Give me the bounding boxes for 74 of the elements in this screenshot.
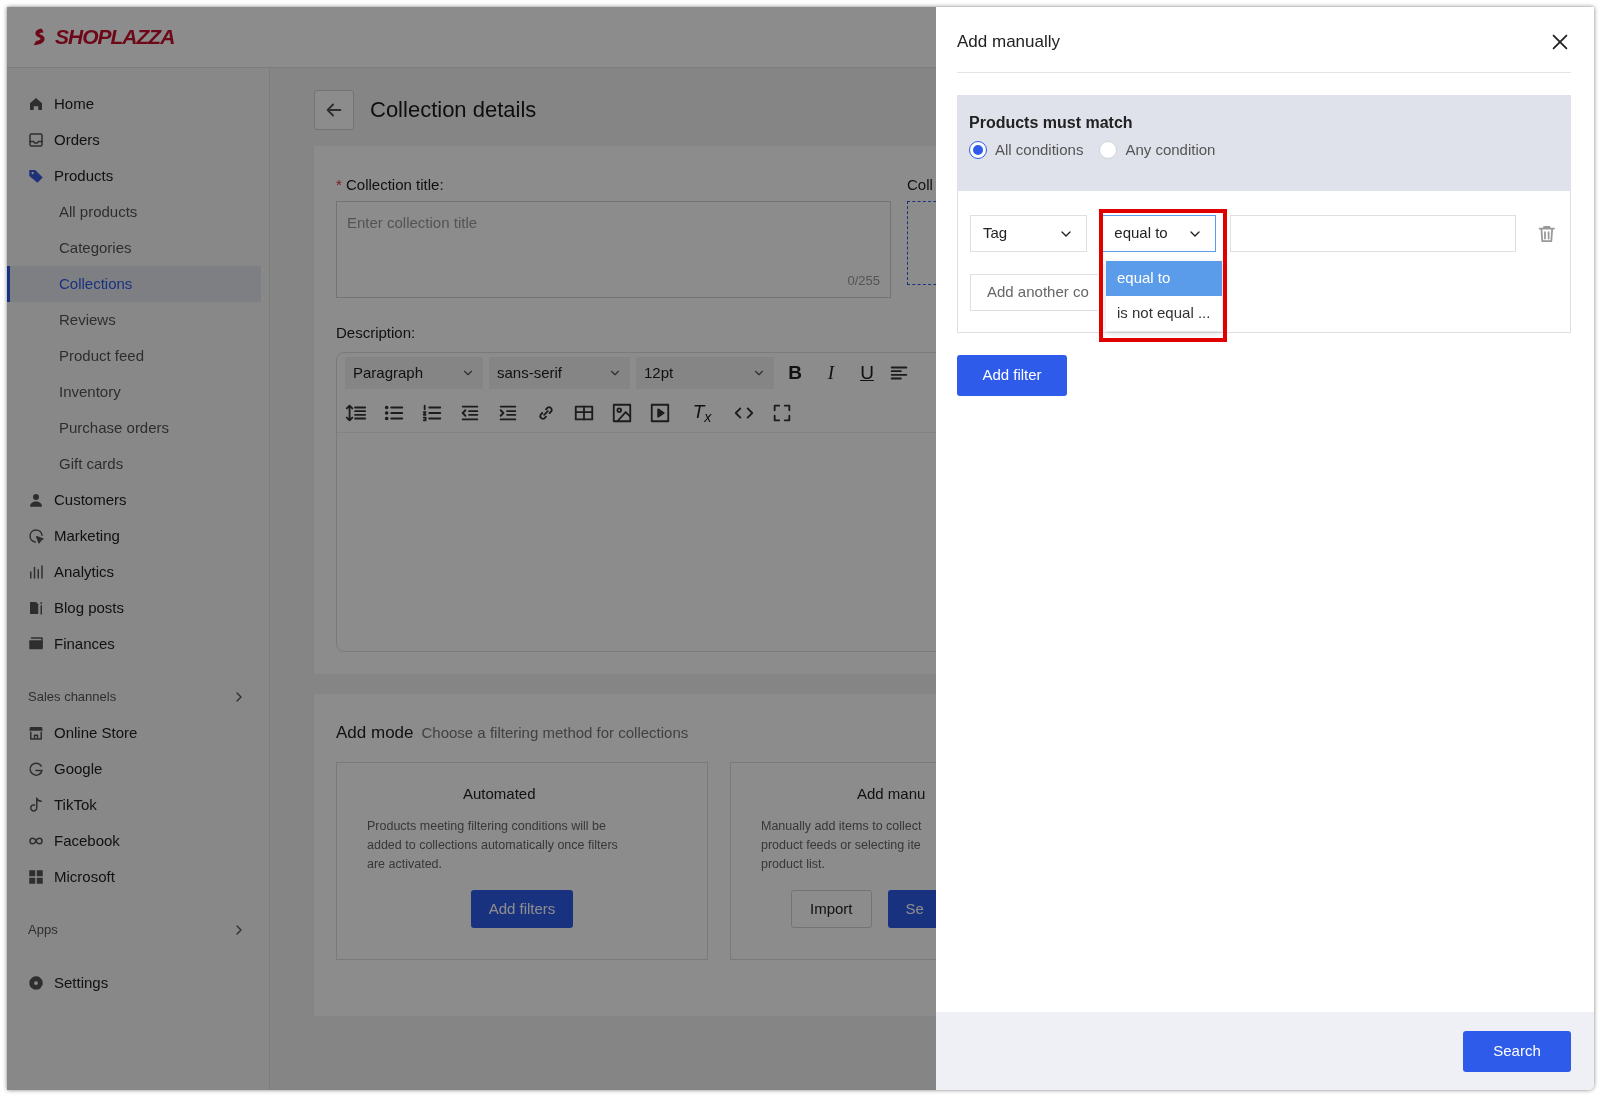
radio-button[interactable] <box>969 141 987 160</box>
sidebar-subitem[interactable]: Reviews <box>7 302 261 338</box>
sidebar-item[interactable]: Finances <box>7 626 261 662</box>
sidebar-item[interactable]: Marketing <box>7 518 261 554</box>
sidebar-subitem[interactable]: All products <box>7 194 261 230</box>
character-count: 0/255 <box>847 272 880 290</box>
image-icon <box>611 401 633 424</box>
sidebar-item[interactable]: Products <box>7 158 261 194</box>
sidebar-item[interactable]: Analytics <box>7 554 261 590</box>
placeholder-text: Enter collection title <box>347 213 478 231</box>
dropdown-option[interactable]: is not equal ... <box>1106 296 1222 331</box>
radio-option[interactable]: Any condition <box>1099 139 1216 162</box>
bar-chart-icon <box>27 563 45 581</box>
sidebar-item[interactable]: Google <box>7 751 261 787</box>
window-grid-icon <box>27 868 45 886</box>
drawer-title: Add manually <box>957 30 1060 53</box>
sidebar-item[interactable]: TikTok <box>7 787 261 823</box>
primary-button[interactable]: Se <box>887 890 936 928</box>
sidebar-subitem[interactable]: Categories <box>7 230 261 266</box>
sidebar-item[interactable]: Online Store <box>7 715 261 751</box>
home-icon <box>27 95 45 113</box>
option-description: Products meeting filtering conditions will be added to collections automatically once filters are activated. <box>367 818 619 873</box>
section-toggle[interactable]: Sales channels <box>7 679 269 715</box>
search-button[interactable]: Search <box>1463 1030 1571 1072</box>
sidebar-item[interactable]: Microsoft <box>7 859 261 895</box>
field-label: Description: <box>336 322 417 343</box>
editor-select[interactable]: sans-serif <box>489 357 630 389</box>
option-title: Add manu <box>856 783 927 804</box>
field-label: * Collection title: <box>336 175 445 195</box>
dropdown-option[interactable]: equal to <box>1106 261 1222 296</box>
section-toggle[interactable]: Apps <box>7 912 269 948</box>
sidebar-subitem[interactable]: Inventory <box>7 374 261 410</box>
person-icon <box>27 491 45 509</box>
sidebar-subitem[interactable]: Collections <box>7 266 261 302</box>
operator-select[interactable]: equal to <box>1101 215 1216 252</box>
sidebar-item[interactable]: Settings <box>7 965 261 1001</box>
inbox-icon <box>27 131 45 149</box>
storefront-icon <box>27 724 45 742</box>
tag-icon <box>27 167 45 185</box>
editor-select[interactable]: Paragraph <box>345 357 483 389</box>
secondary-button[interactable]: Import <box>791 890 872 928</box>
sidebar-item[interactable]: Customers <box>7 482 261 518</box>
document-icon <box>27 599 45 617</box>
sidebar-subitem[interactable]: Purchase orders <box>7 410 261 446</box>
format-button[interactable]: U <box>852 358 882 388</box>
sidebar-item[interactable]: Facebook <box>7 823 261 859</box>
editor-select[interactable]: 12pt <box>636 357 774 389</box>
page-title: Collection details <box>370 96 537 124</box>
g-letter-icon <box>27 760 45 778</box>
sidebar-subitem[interactable]: Product feed <box>7 338 261 374</box>
value-input[interactable] <box>1229 215 1517 252</box>
logo-text: SHOPLAZZA <box>55 24 175 51</box>
panel-title: Products must match <box>969 113 1134 133</box>
sidebar-item[interactable]: Blog posts <box>7 590 261 626</box>
play-icon <box>649 401 671 424</box>
sidebar-item[interactable]: Home <box>7 86 261 122</box>
music-note-icon <box>27 796 45 814</box>
option-description: Manually add items to collect product feeds or selecting ite product list. <box>761 818 923 873</box>
primary-button[interactable]: Add filters <box>470 890 574 928</box>
format-button[interactable]: I <box>816 358 846 388</box>
field-select[interactable]: Tag <box>970 215 1088 252</box>
sidebar-subitem[interactable]: Gift cards <box>7 446 261 482</box>
cursor-target-icon <box>27 527 45 545</box>
clear-format-button[interactable]: T$_{x}$ <box>687 398 717 427</box>
add-filter-button[interactable]: Add filter <box>957 355 1067 396</box>
radio-option[interactable]: All conditions <box>969 139 1084 162</box>
format-button[interactable]: B <box>780 358 810 388</box>
option-title: Automated <box>462 783 537 804</box>
field-label: Coll <box>907 175 934 195</box>
section-title: Add mode <box>336 722 414 744</box>
back-button[interactable] <box>314 90 354 130</box>
section-subtitle: Choose a filtering method for collections <box>421 723 689 743</box>
add-condition-button[interactable]: Add another co <box>970 274 1098 311</box>
sidebar-item[interactable]: Orders <box>7 122 261 158</box>
